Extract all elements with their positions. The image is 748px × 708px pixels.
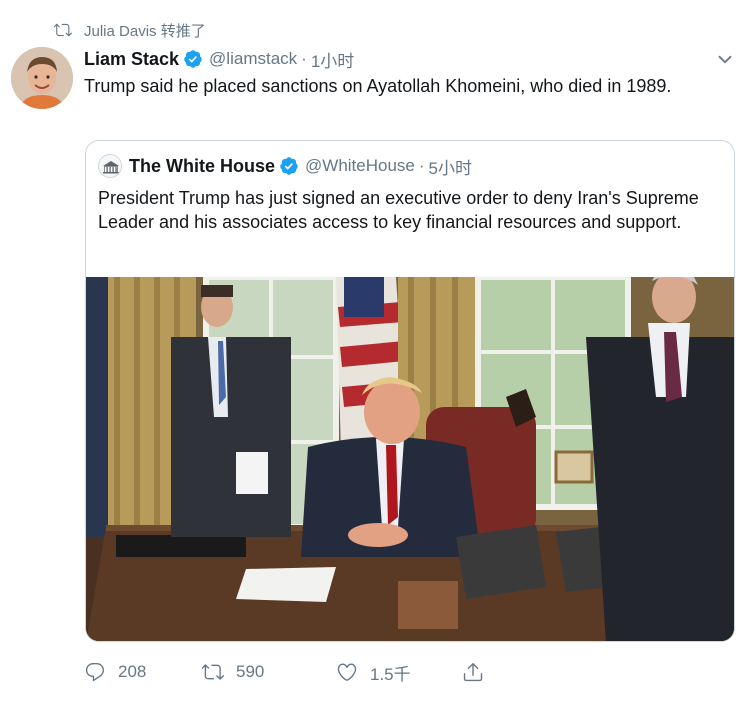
reply-button[interactable]: 208 [84,661,202,683]
reply-count: 208 [118,662,147,681]
quoted-avatar [98,154,122,178]
share-icon [463,663,483,682]
tweet-text: Trump said he placed sanctions on Ayatol… [84,76,672,96]
quoted-tweet[interactable]: The White House @WhiteHouse · 5小时 Presid… [85,140,735,642]
quoted-author-handle: @WhiteHouse [305,156,415,175]
quoted-author-name: The White House [129,155,276,176]
tweet-actions: 208 590 1.5千 [84,658,484,686]
tweet-header: Liam Stack @liamstack · 1小时 [84,47,354,71]
retweet-indicator-icon [53,21,72,39]
retweet-button[interactable]: 590 [202,661,336,683]
quoted-tweet-photo[interactable] [86,277,734,641]
avatar[interactable] [11,47,73,109]
retweeted-by-label[interactable]: Julia Davis 转推了 [84,20,206,41]
like-count: 1.5千 [370,664,411,684]
retweet-count: 590 [236,662,265,681]
heart-icon [337,663,357,681]
verified-badge-icon [183,49,203,69]
separator-dot: · [301,49,307,68]
quoted-timestamp: 5小时 [428,158,473,178]
quoted-verified-badge-icon [279,156,299,176]
author-name[interactable]: Liam Stack [84,49,179,70]
like-button[interactable]: 1.5千 [336,660,462,685]
quoted-separator-dot: · [418,156,425,175]
author-handle[interactable]: @liamstack [209,49,297,69]
retweet-icon [202,664,224,680]
quoted-tweet-text: President Trump has just signed an execu… [98,188,699,232]
quoted-tweet-header: The White House @WhiteHouse · 5小时 [98,154,472,178]
reply-icon [85,663,105,682]
share-button[interactable] [462,661,484,683]
chevron-down-icon[interactable] [716,50,734,68]
timestamp[interactable]: 1小时 [311,47,354,72]
